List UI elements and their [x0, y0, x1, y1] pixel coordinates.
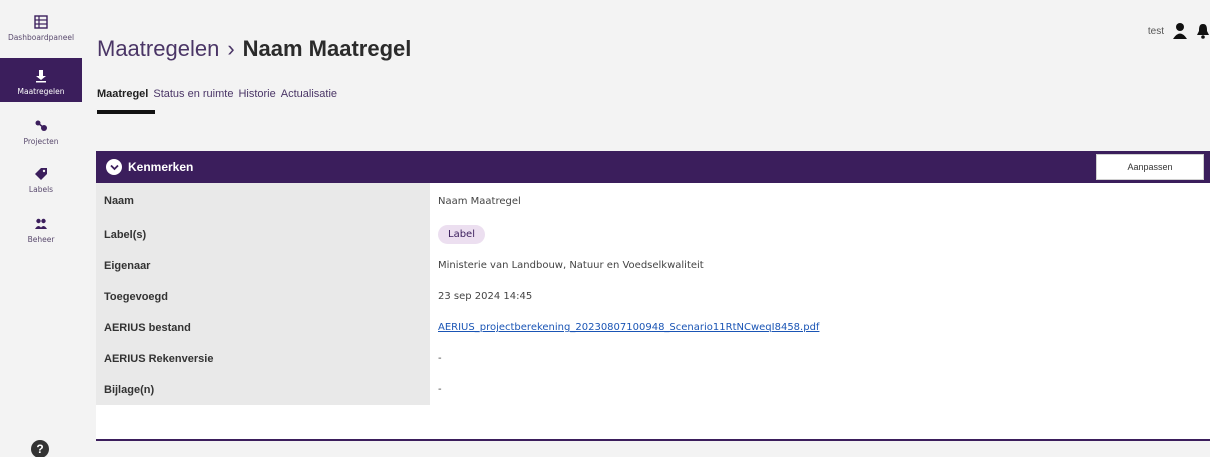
tab-actualisatie[interactable]: Actualisatie [281, 88, 337, 100]
edit-button[interactable]: Aanpassen [1096, 154, 1204, 180]
sidebar-item-beheer[interactable]: Beheer [0, 216, 82, 250]
panel-header[interactable]: Kenmerken Aanpassen [96, 151, 1210, 183]
row-key: Eigenaar [96, 250, 430, 281]
help-icon[interactable]: ? [31, 440, 49, 457]
panel-title: Kenmerken [128, 160, 194, 174]
table-row: Naam Naam Maatregel [96, 183, 1210, 219]
row-key: Label(s) [96, 219, 430, 250]
chevron-down-icon[interactable] [106, 159, 122, 175]
label-badge[interactable]: Label [438, 225, 485, 244]
tab-bar: Maatregel Status en ruimte Historie Actu… [97, 88, 337, 100]
sidebar-item-labels[interactable]: Labels [0, 166, 82, 200]
aerius-file-link[interactable]: AERIUS_projectberekening_20230807100948_… [438, 322, 819, 333]
row-key: Toegevoegd [96, 281, 430, 312]
tab-maatregel[interactable]: Maatregel [97, 88, 148, 100]
dashboard-icon [34, 14, 48, 30]
user-icon[interactable] [1172, 22, 1188, 40]
row-value: 23 sep 2024 14:45 [438, 291, 533, 302]
row-value: - [438, 353, 442, 364]
sidebar-item-label: Maatregelen [17, 87, 65, 96]
sidebar-item-label: Labels [28, 185, 54, 194]
breadcrumb-parent[interactable]: Maatregelen [97, 36, 219, 61]
row-value: Naam Maatregel [438, 195, 521, 207]
sidebar-item-label: Dashboardpaneel [7, 33, 75, 42]
sidebar-item-projects[interactable]: Projecten [0, 118, 82, 152]
tag-icon [34, 166, 48, 182]
row-value: AERIUS_projectberekening_20230807100948_… [430, 312, 1210, 343]
row-key: AERIUS bestand [96, 312, 430, 343]
active-tab-indicator [97, 110, 155, 114]
sidebar-item-label: Beheer [27, 235, 55, 244]
table-row: Eigenaar Ministerie van Landbouw, Natuur… [96, 250, 1210, 281]
table-row: Bijlage(n) - [96, 374, 1210, 405]
row-value: Label [430, 219, 1210, 250]
tab-historie[interactable]: Historie [238, 88, 275, 100]
characteristics-panel: Kenmerken Aanpassen Naam Naam Maatregel … [96, 151, 1210, 441]
table-row: Toegevoegd 23 sep 2024 14:45 [96, 281, 1210, 312]
user-area: test [1148, 22, 1210, 40]
row-key: AERIUS Rekenversie [96, 343, 430, 374]
row-key: Bijlage(n) [96, 374, 430, 405]
row-key: Naam [96, 183, 430, 219]
table-row: AERIUS Rekenversie - [96, 343, 1210, 374]
page-title: Maatregelen › Naam Maatregel [97, 36, 411, 62]
table-row: Label(s) Label [96, 219, 1210, 250]
sidebar-item-label: Projecten [23, 137, 59, 146]
users-icon [34, 216, 48, 232]
panel-bottom-border [96, 439, 1210, 441]
table-row: AERIUS bestand AERIUS_projectberekening_… [96, 312, 1210, 343]
sidebar-item-measures[interactable]: Maatregelen [0, 58, 82, 102]
row-value: - [438, 384, 442, 395]
projects-icon [34, 118, 48, 134]
breadcrumb-separator: › [227, 36, 235, 61]
measures-icon [34, 68, 48, 84]
tab-status-en-ruimte[interactable]: Status en ruimte [153, 88, 233, 100]
bell-icon[interactable] [1196, 22, 1210, 40]
row-value: Ministerie van Landbouw, Natuur en Voeds… [438, 260, 704, 271]
sidebar: Dashboardpaneel Maatregelen Projecten La… [0, 0, 82, 457]
sidebar-item-dashboard[interactable]: Dashboardpaneel [0, 14, 82, 50]
username: test [1147, 25, 1164, 37]
breadcrumb-current: Naam Maatregel [242, 36, 412, 61]
